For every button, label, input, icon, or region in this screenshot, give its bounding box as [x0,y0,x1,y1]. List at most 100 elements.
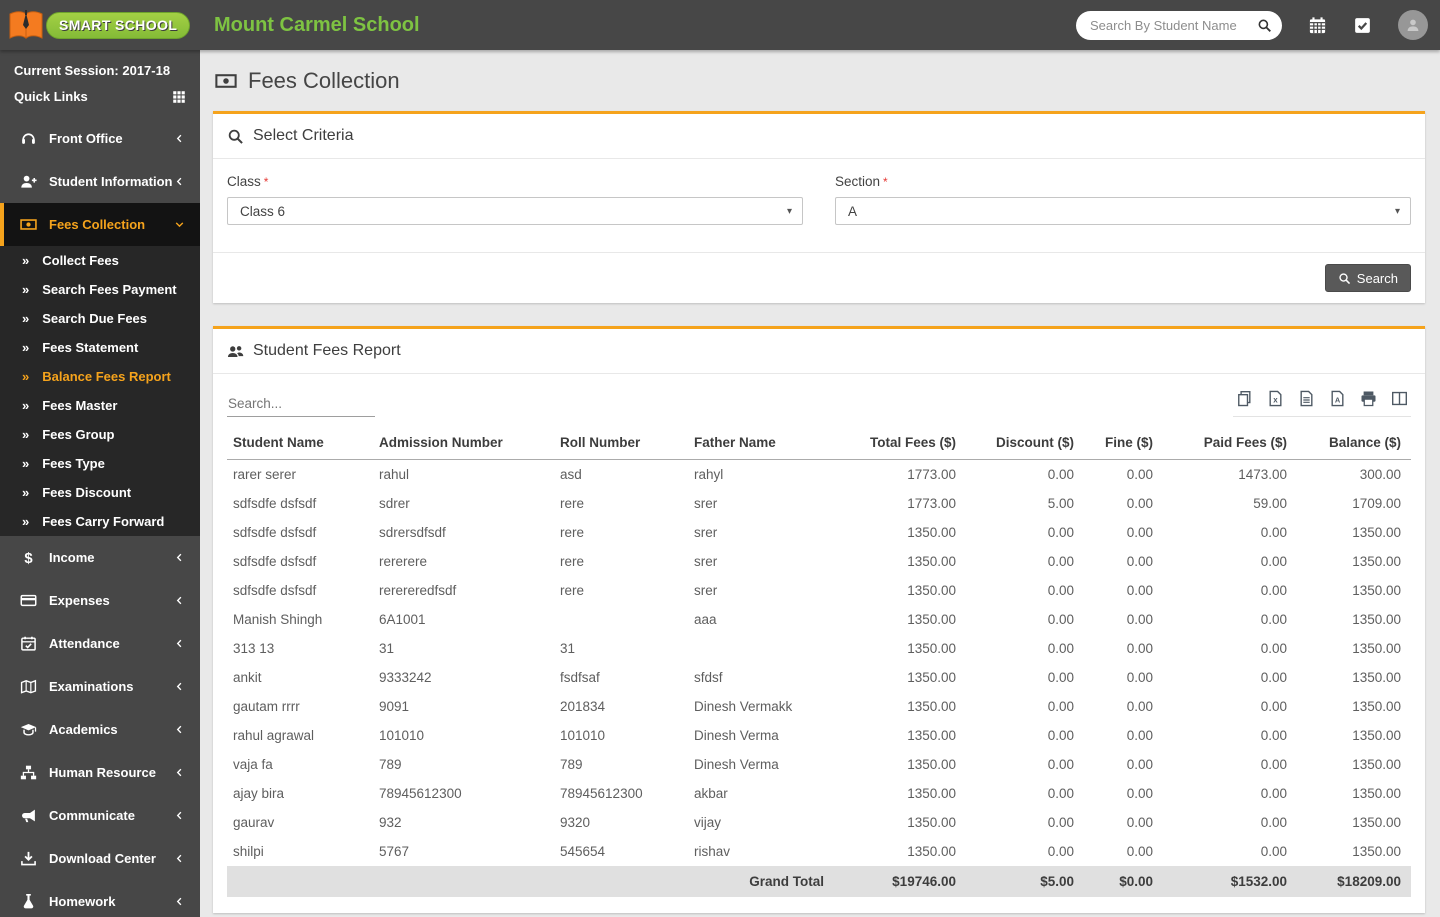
table-search-input[interactable] [227,394,375,417]
column-header-total-fees[interactable]: Total Fees ($) [834,427,966,460]
check-square-icon[interactable] [1353,16,1372,35]
table-cell: 0.00 [966,779,1084,808]
column-header-father-name[interactable]: Father Name [688,427,834,460]
table-row[interactable]: vaja fa789789Dinesh Verma1350.000.000.00… [227,750,1411,779]
column-header-balance[interactable]: Balance ($) [1297,427,1411,460]
sidebar-item-communicate[interactable]: Communicate [0,794,200,837]
table-row[interactable]: sdfsdfe dsfsdfsdrersdfsdfreresrer1350.00… [227,518,1411,547]
quick-links[interactable]: Quick Links [14,89,186,117]
sidebar-item-download-center[interactable]: Download Center [0,837,200,880]
table-cell: 0.00 [1084,518,1163,547]
sidebar-item-label: Academics [49,722,118,737]
table-row[interactable]: 313 1331311350.000.000.000.001350.00 [227,634,1411,663]
sidebar-item-academics[interactable]: Academics [0,708,200,751]
table-row[interactable]: rarer sererrahulasdrahyl1773.000.000.001… [227,460,1411,490]
sidebar-subitem-fees-master[interactable]: »Fees Master [0,391,200,420]
table-cell: 1350.00 [1297,576,1411,605]
class-select[interactable]: Class 6 [227,197,803,225]
sidebar-item-human-resource[interactable]: Human Resource [0,751,200,794]
table-row[interactable]: sdfsdfe dsfsdfrerereredfsdfreresrer1350.… [227,576,1411,605]
search-button-label: Search [1357,271,1398,286]
sitemap-icon [20,764,37,781]
table-cell: rishav [688,837,834,866]
column-header-admission-number[interactable]: Admission Number [373,427,554,460]
fees-collection-submenu: »Collect Fees»Search Fees Payment»Search… [0,246,200,536]
column-header-roll-number[interactable]: Roll Number [554,427,688,460]
graduation-cap-icon [20,721,37,738]
sidebar-item-label: Download Center [49,851,156,866]
column-header-discount[interactable]: Discount ($) [966,427,1084,460]
grand-total-value: $18209.00 [1297,866,1411,897]
sidebar-item-front-office[interactable]: Front Office [0,117,200,160]
double-angle-right-icon: » [22,311,29,326]
table-cell: 0.00 [1163,750,1297,779]
table-row[interactable]: ankit9333242fsdfsafsfdsf1350.000.000.000… [227,663,1411,692]
table-cell: 0.00 [1084,489,1163,518]
sidebar-item-student-information[interactable]: Student Information [0,160,200,203]
sidebar-subitem-fees-carry-forward[interactable]: »Fees Carry Forward [0,507,200,536]
column-header-fine[interactable]: Fine ($) [1084,427,1163,460]
sidebar-item-fees-collection[interactable]: Fees Collection [0,203,200,246]
sidebar-subitem-fees-statement[interactable]: »Fees Statement [0,333,200,362]
app-logo[interactable]: SMART SCHOOL [0,8,200,42]
table-cell: 1350.00 [1297,605,1411,634]
table-row[interactable]: gautam rrrr9091201834Dinesh Vermakk1350.… [227,692,1411,721]
grid-icon[interactable] [172,90,186,104]
section-select[interactable]: A [835,197,1411,225]
table-cell: 1350.00 [834,547,966,576]
table-cell: vaja fa [227,750,373,779]
table-cell: 0.00 [1163,518,1297,547]
table-row[interactable]: gaurav9329320vijay1350.000.000.000.00135… [227,808,1411,837]
table-cell: 31 [554,634,688,663]
table-cell: rarer serer [227,460,373,490]
bullhorn-icon [20,807,37,824]
sidebar-subitem-fees-group[interactable]: »Fees Group [0,420,200,449]
print-button[interactable] [1360,390,1377,407]
sidebar-subitem-search-fees-payment[interactable]: »Search Fees Payment [0,275,200,304]
report-toolbar: xA [213,374,1425,417]
sidebar-item-income[interactable]: $Income [0,536,200,579]
search-button[interactable]: Search [1325,264,1411,292]
table-row[interactable]: sdfsdfe dsfsdfrerererereresrer1350.000.0… [227,547,1411,576]
sidebar-item-attendance[interactable]: Attendance [0,622,200,665]
chevron-left-icon [174,552,185,563]
header-search-input[interactable] [1090,18,1257,33]
table-cell: 5.00 [966,489,1084,518]
table-cell: 0.00 [1084,808,1163,837]
table-cell: sdfsdfe dsfsdf [227,576,373,605]
table-row[interactable]: sdfsdfe dsfsdfsdrerreresrer1773.005.000.… [227,489,1411,518]
table-row[interactable]: shilpi5767545654rishav1350.000.000.000.0… [227,837,1411,866]
export-excel-button[interactable]: x [1267,390,1284,407]
column-visibility-button[interactable] [1391,390,1408,407]
table-cell: sdrer [373,489,554,518]
sidebar-item-homework[interactable]: Homework [0,880,200,917]
sidebar-subitem-balance-fees-report[interactable]: »Balance Fees Report [0,362,200,391]
calendar-icon[interactable] [1308,16,1327,35]
session-block: Current Session: 2017-18 Quick Links [0,50,200,117]
sidebar-subitem-search-due-fees[interactable]: »Search Due Fees [0,304,200,333]
table-cell: 789 [373,750,554,779]
export-csv-button[interactable] [1298,390,1315,407]
export-pdf-button[interactable]: A [1329,390,1346,407]
sidebar-item-expenses[interactable]: Expenses [0,579,200,622]
table-row[interactable]: rahul agrawal101010101010Dinesh Verma135… [227,721,1411,750]
table-cell: 0.00 [966,837,1084,866]
svg-text:$: $ [24,551,33,566]
avatar[interactable] [1398,10,1428,40]
table-cell: sdfsdfe dsfsdf [227,547,373,576]
report-title: Student Fees Report [253,342,401,360]
table-row[interactable]: ajay bira7894561230078945612300akbar1350… [227,779,1411,808]
sidebar-subitem-collect-fees[interactable]: »Collect Fees [0,246,200,275]
search-icon[interactable] [1257,18,1272,33]
sidebar-subitem-fees-discount[interactable]: »Fees Discount [0,478,200,507]
table-cell: 0.00 [1084,547,1163,576]
table-cell: 0.00 [966,547,1084,576]
table-cell: 0.00 [1163,837,1297,866]
sidebar-subitem-fees-type[interactable]: »Fees Type [0,449,200,478]
table-row[interactable]: Manish Shingh6A1001aaa1350.000.000.000.0… [227,605,1411,634]
column-header-student-name[interactable]: Student Name [227,427,373,460]
column-header-paid-fees[interactable]: Paid Fees ($) [1163,427,1297,460]
header-search[interactable] [1076,11,1282,40]
export-copy-button[interactable] [1236,390,1253,407]
sidebar-item-examinations[interactable]: Examinations [0,665,200,708]
